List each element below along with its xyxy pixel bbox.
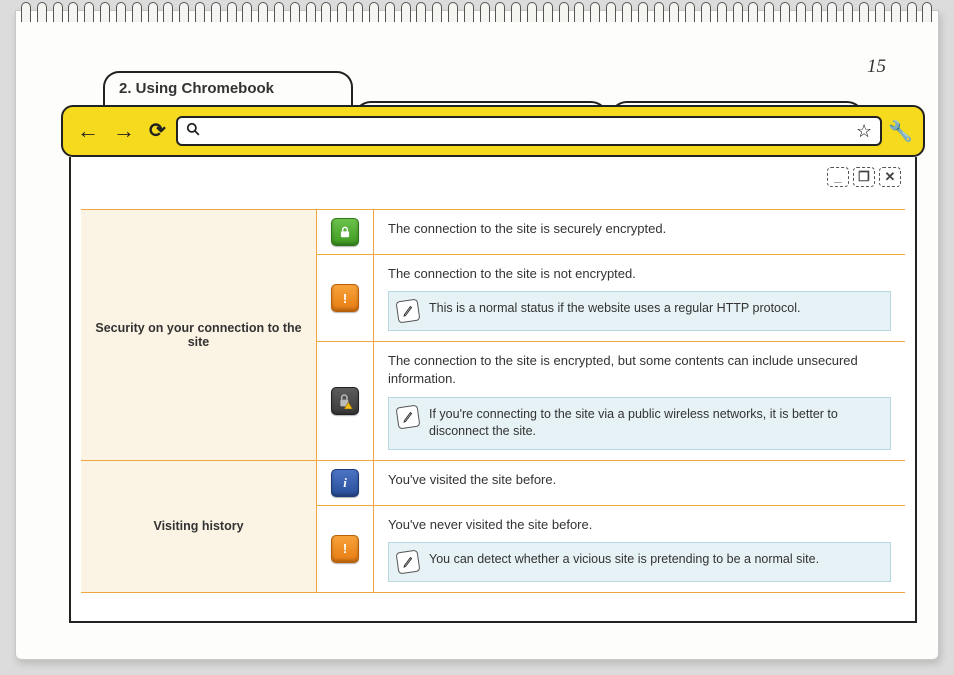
warning-icon: ! (331, 535, 359, 563)
section-visiting-history: Visiting history i You've visited the si… (81, 461, 905, 593)
warning-icon: ! (331, 284, 359, 312)
table-row: The connection to the site is securely e… (317, 210, 905, 255)
note-text: You can detect whether a vicious site is… (429, 551, 819, 569)
bookmark-star-icon[interactable]: ☆ (856, 121, 872, 142)
section-connection-security: Security on your connection to the site … (81, 210, 905, 461)
table-row: ! You've never visited the site before. … (317, 506, 905, 593)
notebook-page: 15 2. Using Chromebook ← → ⟳ ☆ 🔧 _ ❐ ✕ (15, 10, 939, 660)
spiral-binding (15, 2, 939, 26)
note-text: If you're connecting to the site via a p… (429, 406, 880, 441)
row-text: You've never visited the site before. (388, 517, 592, 532)
browser-content: _ ❐ ✕ Security on your connection to the… (69, 157, 917, 623)
table-row: ! The connection to the site is not encr… (317, 255, 905, 342)
row-text: The connection to the site is encrypted,… (388, 353, 858, 386)
settings-wrench-icon[interactable]: 🔧 (888, 119, 913, 144)
note-callout: This is a normal status if the website u… (388, 291, 891, 331)
window-controls: _ ❐ ✕ (827, 167, 901, 187)
omnibox[interactable]: ☆ (176, 116, 882, 146)
browser-mock: 2. Using Chromebook ← → ⟳ ☆ 🔧 _ ❐ ✕ (61, 71, 925, 623)
row-text: The connection to the site is securely e… (388, 221, 666, 236)
note-callout: You can detect whether a vicious site is… (388, 542, 891, 582)
reload-button[interactable]: ⟳ (145, 121, 170, 141)
row-text: You've visited the site before. (388, 472, 556, 487)
info-icon: i (331, 469, 359, 497)
table-row: i You've visited the site before. (317, 461, 905, 506)
close-button[interactable]: ✕ (879, 167, 901, 187)
lock-secure-icon (331, 218, 359, 246)
note-callout: If you're connecting to the site via a p… (388, 397, 891, 450)
lock-warning-icon (331, 387, 359, 415)
maximize-button[interactable]: ❐ (853, 167, 875, 187)
forward-button[interactable]: → (109, 120, 139, 142)
table-row: The connection to the site is encrypted,… (317, 342, 905, 460)
pencil-icon (396, 404, 421, 429)
browser-toolbar: ← → ⟳ ☆ 🔧 (61, 105, 925, 157)
section-label: Security on your connection to the site (81, 210, 317, 461)
minimize-button[interactable]: _ (827, 167, 849, 187)
section-label: Visiting history (81, 461, 317, 593)
note-text: This is a normal status if the website u… (429, 300, 800, 318)
pencil-icon (396, 549, 421, 574)
search-icon (186, 122, 200, 141)
back-button[interactable]: ← (73, 120, 103, 142)
row-text: The connection to the site is not encryp… (388, 266, 636, 281)
info-table: Security on your connection to the site … (81, 209, 905, 593)
pencil-icon (396, 299, 421, 324)
active-tab[interactable]: 2. Using Chromebook (103, 71, 353, 105)
